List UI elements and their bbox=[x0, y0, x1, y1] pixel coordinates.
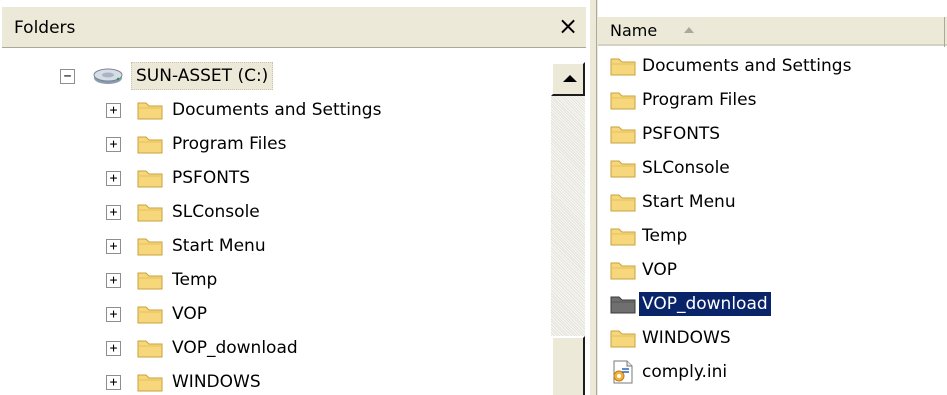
tree-item-label: Documents and Settings bbox=[172, 100, 382, 120]
folder-icon bbox=[610, 126, 636, 144]
tree-item[interactable]: + Start Menu bbox=[106, 230, 266, 262]
column-divider[interactable] bbox=[944, 17, 945, 47]
tree-item-label: VOP_download bbox=[172, 338, 298, 358]
expand-icon[interactable]: + bbox=[106, 340, 121, 356]
pane-divider bbox=[596, 0, 597, 395]
vertical-scrollbar[interactable] bbox=[550, 50, 586, 395]
file-list-item-selected[interactable]: VOP_download bbox=[610, 288, 771, 320]
expand-icon[interactable]: + bbox=[106, 204, 121, 220]
folder-icon bbox=[137, 374, 163, 392]
folder-icon bbox=[137, 272, 163, 290]
file-item-label: Temp bbox=[642, 226, 688, 246]
folders-pane: Folders × − SUN-ASSET (C:) + Documents a… bbox=[0, 0, 590, 395]
tree-item[interactable]: + Documents and Settings bbox=[106, 94, 381, 126]
folder-tree: − SUN-ASSET (C:) + Documents and Setting… bbox=[0, 50, 546, 395]
file-item-label: SLConsole bbox=[642, 158, 730, 178]
expand-icon[interactable]: + bbox=[106, 272, 121, 288]
folder-icon bbox=[137, 170, 163, 188]
tree-item[interactable]: + Program Files bbox=[106, 128, 286, 160]
close-icon[interactable]: × bbox=[558, 11, 578, 41]
scroll-thumb[interactable] bbox=[551, 336, 585, 395]
tree-item[interactable]: + Temp bbox=[106, 264, 217, 296]
drive-icon bbox=[93, 68, 123, 84]
tree-item-label: Program Files bbox=[172, 134, 287, 154]
tree-item-label: VOP bbox=[172, 304, 207, 324]
folder-icon bbox=[137, 136, 163, 154]
file-list-item[interactable]: Documents and Settings bbox=[610, 50, 854, 82]
column-header-label: Name bbox=[610, 21, 658, 40]
tree-item-label: SLConsole bbox=[172, 202, 260, 222]
expand-icon[interactable]: + bbox=[106, 170, 121, 186]
folder-icon bbox=[610, 330, 636, 348]
file-list-item[interactable]: PSFONTS bbox=[610, 118, 723, 150]
folder-icon bbox=[610, 160, 636, 178]
file-list-item[interactable]: comply.ini bbox=[610, 356, 730, 388]
folders-title: Folders bbox=[14, 18, 76, 38]
tree-root-label: SUN-ASSET (C:) bbox=[131, 62, 274, 90]
arrow-up-icon bbox=[563, 75, 577, 82]
tree-item[interactable]: + VOP_download bbox=[106, 332, 298, 364]
expand-icon[interactable]: + bbox=[106, 136, 121, 152]
expand-icon[interactable]: + bbox=[106, 374, 121, 390]
ini-file-icon bbox=[613, 360, 633, 384]
folder-icon bbox=[610, 58, 636, 76]
file-list-item[interactable]: Start Menu bbox=[610, 186, 739, 218]
scroll-up-button[interactable] bbox=[551, 62, 585, 96]
file-item-label: Program Files bbox=[642, 90, 757, 110]
file-list-item[interactable]: Temp bbox=[610, 220, 690, 252]
scroll-track[interactable] bbox=[551, 96, 585, 336]
file-item-label: PSFONTS bbox=[642, 124, 721, 144]
folder-icon bbox=[610, 296, 636, 314]
file-list-item[interactable]: SLConsole bbox=[610, 152, 733, 184]
collapse-icon[interactable]: − bbox=[60, 68, 75, 84]
folder-icon bbox=[610, 92, 636, 110]
file-item-label: VOP bbox=[642, 260, 677, 280]
expand-icon[interactable]: + bbox=[106, 306, 121, 322]
folder-icon bbox=[137, 306, 163, 324]
file-item-label: WINDOWS bbox=[642, 328, 731, 348]
tree-item[interactable]: + PSFONTS bbox=[106, 162, 250, 194]
contents-pane: Name Documents and Settings Program File… bbox=[598, 0, 947, 395]
folder-icon bbox=[610, 228, 636, 246]
file-item-label: VOP_download bbox=[639, 292, 771, 316]
file-list-item[interactable]: Program Files bbox=[610, 84, 759, 116]
tree-item-label: Temp bbox=[172, 270, 218, 290]
file-item-label: Start Menu bbox=[642, 192, 736, 212]
column-header-name[interactable]: Name bbox=[598, 16, 947, 47]
folder-icon bbox=[137, 238, 163, 256]
expand-icon[interactable]: + bbox=[106, 238, 121, 254]
folder-icon bbox=[610, 194, 636, 212]
tree-item[interactable]: + WINDOWS bbox=[106, 366, 261, 395]
tree-root-drive[interactable]: − SUN-ASSET (C:) bbox=[60, 60, 274, 92]
file-list-item[interactable]: WINDOWS bbox=[610, 322, 734, 354]
tree-item-label: WINDOWS bbox=[172, 372, 261, 392]
folder-icon bbox=[137, 102, 163, 120]
tree-item-label: Start Menu bbox=[172, 236, 266, 256]
sort-ascending-icon bbox=[684, 27, 694, 33]
tree-item[interactable]: + VOP bbox=[106, 298, 207, 330]
tree-item-label: PSFONTS bbox=[172, 168, 251, 188]
folder-icon bbox=[137, 204, 163, 222]
folders-header: Folders × bbox=[2, 6, 586, 48]
expand-icon[interactable]: + bbox=[106, 102, 121, 118]
tree-item[interactable]: + SLConsole bbox=[106, 196, 260, 228]
folder-icon bbox=[137, 340, 163, 358]
folder-icon bbox=[610, 262, 636, 280]
file-list-item[interactable]: VOP bbox=[610, 254, 680, 286]
file-item-label: Documents and Settings bbox=[642, 56, 852, 76]
file-item-label: comply.ini bbox=[642, 362, 728, 382]
